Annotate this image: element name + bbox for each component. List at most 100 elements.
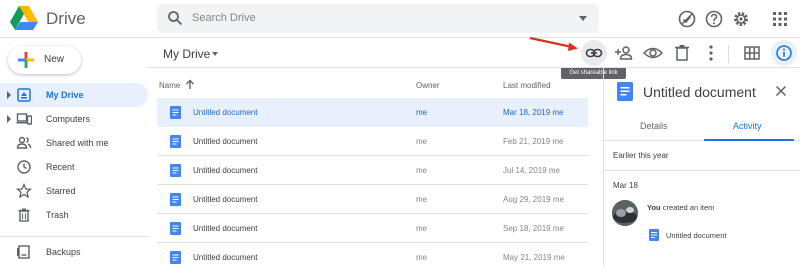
app-name: Drive <box>46 9 86 28</box>
google-doc-icon <box>170 222 181 235</box>
sidebar-item-label: Backups <box>46 247 81 257</box>
file-row[interactable]: Untitled document me Aug 29, 2019 me <box>157 185 588 214</box>
info-icon <box>776 45 792 61</box>
help-icon[interactable] <box>704 9 724 29</box>
file-modified: Feb 21, 2019 me <box>503 137 564 146</box>
file-owner: me <box>416 195 428 204</box>
new-button[interactable]: New <box>8 46 81 74</box>
close-icon[interactable] <box>775 85 787 97</box>
file-name: Untitled document <box>193 195 258 204</box>
column-header-name[interactable]: Name <box>159 81 180 90</box>
file-row[interactable]: Untitled document me Feb 21, 2019 me <box>157 127 588 156</box>
avatar <box>612 200 638 226</box>
expand-arrow-icon[interactable] <box>7 91 11 99</box>
sort-arrow-up-icon[interactable] <box>185 79 195 90</box>
file-owner: me <box>416 108 428 117</box>
apps-grid-icon[interactable] <box>770 9 790 29</box>
google-doc-icon <box>170 135 181 148</box>
new-button-label: New <box>44 54 65 65</box>
delete-icon[interactable] <box>671 42 693 64</box>
backups-icon <box>17 245 30 259</box>
file-name: Untitled document <box>193 108 258 117</box>
more-vert-icon[interactable] <box>700 42 722 64</box>
file-name: Untitled document <box>193 253 258 262</box>
activity-date: Mar 18 <box>613 181 638 190</box>
trash-icon <box>18 208 30 222</box>
link-icon <box>585 48 603 58</box>
file-name: Untitled document <box>193 224 258 233</box>
clock-icon <box>17 160 31 174</box>
file-owner: me <box>416 166 428 175</box>
google-doc-icon <box>617 82 633 101</box>
column-header-owner[interactable]: Owner <box>416 81 440 90</box>
annotation-arrow-icon <box>529 36 578 51</box>
sidebar-item-label: My Drive <box>46 90 84 100</box>
activity-actor: You <box>647 203 661 212</box>
sidebar-item-backups[interactable]: Backups <box>0 240 148 264</box>
toolbar-divider <box>728 45 729 63</box>
google-doc-icon <box>170 164 181 177</box>
file-row[interactable]: Untitled document me Mar 18, 2019 me <box>157 98 588 127</box>
file-row[interactable]: Untitled document me May 21, 2019 me <box>157 243 588 267</box>
sidebar-item-label: Shared with me <box>46 138 109 148</box>
google-doc-icon <box>649 229 659 241</box>
file-owner: me <box>416 224 428 233</box>
expand-arrow-icon[interactable] <box>7 115 11 123</box>
file-row[interactable]: Untitled document me Sep 18, 2019 me <box>157 214 588 243</box>
sidebar-item-trash[interactable]: Trash <box>0 203 148 227</box>
computers-icon <box>16 113 32 125</box>
preview-eye-icon[interactable] <box>642 42 664 64</box>
my-drive-icon <box>17 88 31 102</box>
details-title: Untitled document <box>643 84 756 100</box>
search-input[interactable]: Search Drive <box>192 12 256 24</box>
activity-item-link[interactable]: Untitled document <box>666 231 726 240</box>
sidebar-item-label: Computers <box>46 114 91 124</box>
search-options-icon[interactable] <box>579 16 587 21</box>
google-doc-icon <box>170 193 181 206</box>
settings-icon[interactable] <box>731 9 751 29</box>
file-name: Untitled document <box>193 137 258 146</box>
sidebar-item-label: Recent <box>46 162 75 172</box>
column-header-last-modified[interactable]: Last modified <box>503 81 551 90</box>
add-person-icon[interactable] <box>613 42 635 64</box>
sidebar-item-computers[interactable]: Computers <box>0 107 148 131</box>
activity-description: You created an item <box>647 203 714 212</box>
tab-details[interactable]: Details <box>640 121 668 131</box>
file-modified: Jul 14, 2019 me <box>503 166 560 175</box>
file-modified: May 21, 2019 me <box>503 253 565 262</box>
file-modified: Sep 18, 2019 me <box>503 224 564 233</box>
search-bar[interactable]: Search Drive <box>157 4 599 33</box>
file-owner: me <box>416 137 428 146</box>
sidebar-item-my-drive[interactable]: My Drive <box>0 83 148 107</box>
shared-icon <box>16 136 32 149</box>
google-doc-icon <box>170 251 181 264</box>
chevron-down-icon[interactable] <box>212 52 218 56</box>
breadcrumb[interactable]: My Drive <box>163 47 210 61</box>
details-pane-divider <box>603 67 604 267</box>
grid-view-icon[interactable] <box>741 42 763 64</box>
offline-icon[interactable] <box>677 9 697 29</box>
tooltip: Get shareable link <box>561 67 626 79</box>
sidebar-item-label: Trash <box>46 210 69 220</box>
search-icon[interactable] <box>167 10 183 26</box>
file-modified: Aug 29, 2019 me <box>503 195 564 204</box>
file-modified: Mar 18, 2019 me <box>503 108 564 117</box>
sidebar-item-starred[interactable]: Starred <box>0 179 148 203</box>
file-owner: me <box>416 253 428 262</box>
active-tab-indicator <box>704 139 794 141</box>
section-divider <box>604 170 800 171</box>
view-details-button[interactable] <box>771 40 797 66</box>
plus-icon <box>18 52 34 68</box>
sidebar-item-label: Starred <box>46 186 76 196</box>
tab-activity[interactable]: Activity <box>733 121 762 131</box>
user-avatar-icon <box>612 200 638 226</box>
sidebar-item-recent[interactable]: Recent <box>0 155 148 179</box>
activity-section-header: Earlier this year <box>613 151 669 160</box>
sidebar-item-shared-with-me[interactable]: Shared with me <box>0 131 148 155</box>
toolbar-divider-line <box>148 67 800 68</box>
drive-logo-icon[interactable] <box>10 5 38 31</box>
file-name: Untitled document <box>193 166 258 175</box>
get-link-button[interactable] <box>581 40 607 66</box>
star-icon <box>16 183 32 199</box>
file-row[interactable]: Untitled document me Jul 14, 2019 me <box>157 156 588 185</box>
